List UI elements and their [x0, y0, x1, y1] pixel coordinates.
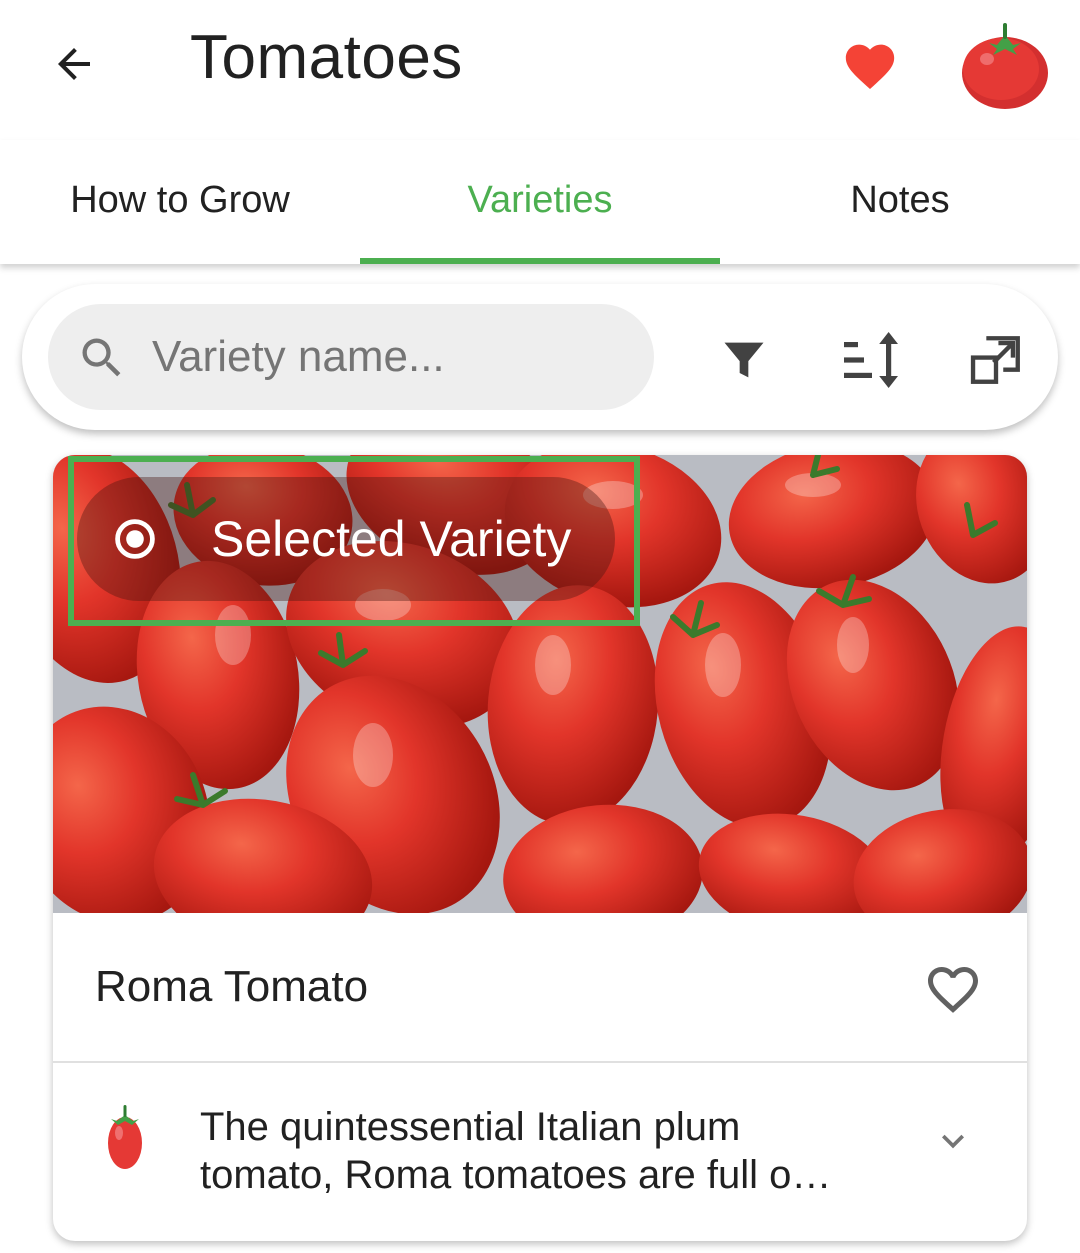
heart-filled-icon: [845, 44, 895, 90]
arrow-back-icon: [58, 48, 90, 80]
open-in-new-button[interactable]: [956, 320, 1036, 400]
search-input[interactable]: [152, 322, 632, 392]
tab-varieties[interactable]: Varieties: [360, 140, 720, 260]
plum-tomato-icon: [108, 1105, 142, 1169]
tab-notes[interactable]: Notes: [720, 140, 1080, 260]
tab-bar: How to Grow Varieties Notes: [0, 140, 1080, 264]
tomato-avatar[interactable]: [955, 15, 1055, 115]
variety-favorite-button[interactable]: [915, 949, 991, 1025]
tab-how-to-grow[interactable]: How to Grow: [0, 140, 360, 260]
variety-name: Roma Tomato: [95, 962, 369, 1011]
description-line-2: tomato, Roma tomatoes are full o…: [200, 1153, 832, 1197]
heart-outline-icon: [928, 967, 978, 1013]
selected-variety-label: Selected Variety: [211, 511, 572, 567]
variety-photo: Selected Variety: [53, 455, 1027, 913]
sort-button[interactable]: [830, 320, 910, 400]
search-toolbar: [22, 284, 1058, 430]
card-divider: [53, 1061, 1027, 1063]
page-title: Tomatoes: [190, 23, 463, 92]
variety-card[interactable]: Selected Variety Roma Tomato The quintes…: [53, 455, 1027, 1241]
app-screen: Tomatoes How to Grow Varieties Notes Var…: [0, 0, 1080, 1253]
filter-button[interactable]: [704, 320, 784, 400]
filter-icon: [724, 342, 764, 378]
expand-description-button[interactable]: [923, 1111, 983, 1171]
tomato-icon: [962, 23, 1048, 109]
radio-selected-icon: [115, 519, 155, 559]
open-in-new-icon: [970, 336, 1020, 384]
top-app-bar: Tomatoes: [0, 0, 1080, 140]
chevron-down-icon: [942, 1134, 964, 1149]
favorite-button[interactable]: [826, 20, 914, 108]
tab-indicator: [360, 258, 720, 264]
search-field[interactable]: [48, 304, 654, 410]
back-button[interactable]: [30, 20, 118, 108]
sort-icon: [844, 332, 898, 388]
search-icon: [82, 338, 121, 377]
description-line-1: The quintessential Italian plum: [200, 1105, 741, 1149]
variety-description: The quintessential Italian plum tomato, …: [200, 1103, 880, 1199]
selected-variety-badge[interactable]: Selected Variety: [77, 477, 615, 601]
